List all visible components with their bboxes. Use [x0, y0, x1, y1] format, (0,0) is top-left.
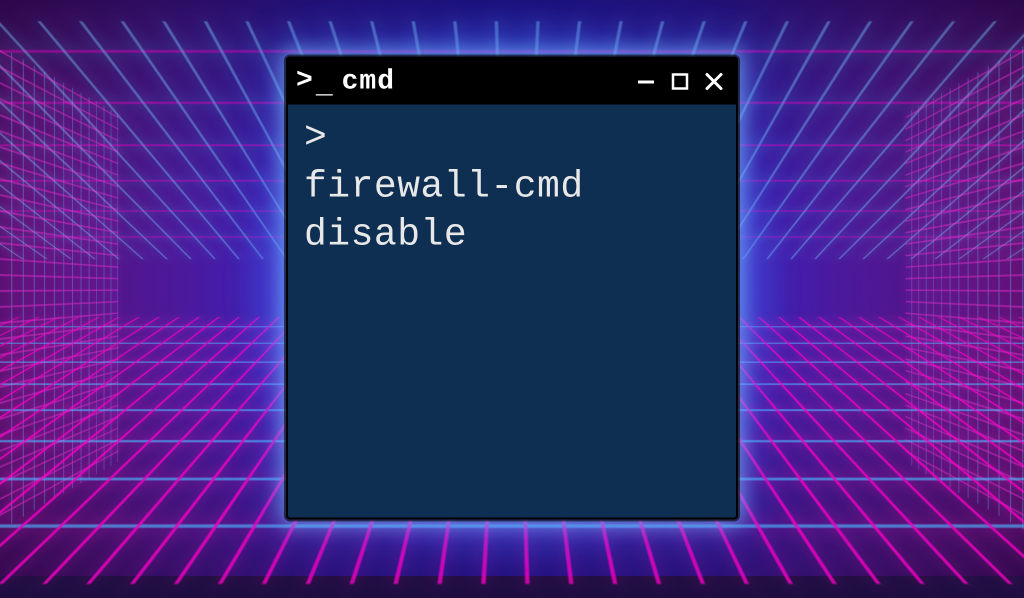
minimize-button[interactable]: [634, 70, 658, 94]
bg-wall-left: [0, 46, 118, 530]
minimize-icon: [636, 72, 656, 92]
window-title: cmd: [342, 66, 395, 97]
titlebar[interactable]: >_ cmd: [288, 59, 736, 105]
maximize-icon: [670, 72, 690, 92]
terminal-window: >_ cmd > firewall-cmd disa: [286, 57, 738, 520]
prompt-symbol: >: [304, 117, 327, 160]
close-icon: [704, 72, 724, 92]
window-controls: [634, 70, 726, 94]
bg-wall-right: [906, 46, 1024, 530]
close-button[interactable]: [702, 70, 726, 94]
command-text: firewall-cmd disable: [304, 165, 607, 257]
terminal-prompt-icon: >_: [296, 68, 334, 96]
terminal-body[interactable]: > firewall-cmd disable: [288, 105, 736, 518]
maximize-button[interactable]: [668, 70, 692, 94]
command-line: > firewall-cmd disable: [304, 115, 720, 261]
